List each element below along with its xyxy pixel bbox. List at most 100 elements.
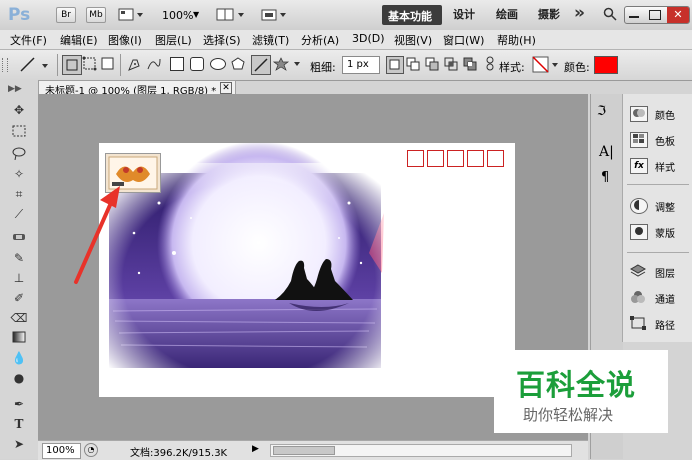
line-tool-preset-icon[interactable]: [18, 55, 50, 75]
panel-paths-label: 路径: [655, 321, 675, 332]
workspace-photography-button[interactable]: 摄影: [538, 6, 560, 22]
menu-3d[interactable]: 3D(D): [352, 32, 385, 45]
dodge-tool-icon[interactable]: ●: [10, 370, 28, 386]
lasso-tool-icon[interactable]: [10, 146, 28, 162]
styles-icon: fx: [630, 158, 648, 174]
move-tool-icon[interactable]: ✥: [10, 102, 28, 118]
options-bar: 粗细: 1 px 样式: 颜色:: [0, 50, 692, 81]
panel-channels-label: 通道: [655, 295, 675, 306]
arrange-documents-icon[interactable]: [216, 8, 246, 22]
options-bar-grip[interactable]: [2, 58, 8, 72]
path-selection-tool-icon[interactable]: ➤: [10, 436, 28, 452]
watermark-title: 百科全说: [516, 368, 637, 402]
quick-selection-tool-icon[interactable]: ✧: [10, 166, 28, 182]
panel-adjustments[interactable]: 调整: [627, 194, 689, 218]
menu-view[interactable]: 视图(V): [394, 32, 432, 48]
view-extras-icon[interactable]: [118, 8, 144, 22]
minimize-icon[interactable]: [629, 16, 639, 18]
status-menu-arrow-icon[interactable]: ▶: [252, 444, 259, 454]
panel-masks[interactable]: 蒙版: [627, 220, 689, 244]
marquee-tool-icon[interactable]: [10, 124, 28, 140]
menu-filter[interactable]: 滤镜(T): [252, 32, 289, 48]
custom-shape-icon[interactable]: [272, 56, 303, 72]
weight-input[interactable]: 1 px: [342, 56, 380, 74]
link-style-icon[interactable]: [484, 56, 496, 72]
masks-icon: [630, 224, 648, 240]
panel-group: 颜色 色板 fx 样式 调整 蒙版 图层 通道 路径: [622, 94, 692, 342]
character-panel-icon[interactable]: A|: [599, 144, 614, 160]
history-panel-icon[interactable]: ℑ: [597, 104, 606, 119]
clone-stamp-tool-icon[interactable]: ⊥: [10, 270, 28, 286]
menu-file[interactable]: 文件(F): [10, 32, 47, 48]
status-settings-icon[interactable]: ◔: [84, 443, 98, 457]
close-icon[interactable]: ✕: [667, 7, 689, 23]
menu-image[interactable]: 图像(I): [108, 32, 142, 48]
paragraph-panel-icon[interactable]: ¶: [601, 170, 609, 185]
new-shape-layer-icon[interactable]: [386, 56, 404, 74]
panel-color[interactable]: 颜色: [627, 102, 689, 126]
weight-input-value: 1 px: [347, 59, 369, 70]
pen-tool-icon[interactable]: ✒: [10, 396, 28, 412]
rounded-rectangle-icon[interactable]: [190, 57, 204, 71]
type-tool-icon[interactable]: T: [10, 416, 28, 432]
fill-pixels-icon[interactable]: [100, 56, 116, 72]
more-workspaces-button[interactable]: »: [574, 3, 585, 23]
rectangle-shape-icon[interactable]: [170, 57, 184, 71]
exclude-shape-icon[interactable]: [462, 56, 478, 72]
workspace-painting-button[interactable]: 绘画: [496, 6, 518, 22]
polygon-shape-icon[interactable]: [230, 56, 246, 72]
paths-icon: [630, 316, 646, 330]
horizontal-scrollbar[interactable]: [270, 444, 572, 457]
weight-label: 粗细:: [310, 61, 336, 74]
line-shape-icon[interactable]: [251, 55, 271, 75]
panel-swatches[interactable]: 色板: [627, 128, 689, 152]
color-icon: [630, 106, 648, 122]
style-picker[interactable]: [532, 56, 560, 73]
pen-tool-icon[interactable]: [126, 56, 142, 72]
maximize-icon[interactable]: [649, 10, 661, 20]
close-tab-icon[interactable]: ✕: [220, 82, 232, 94]
bridge-button[interactable]: Br: [56, 7, 76, 23]
document-tab[interactable]: 未标题-1 @ 100% (图层 1, RGB/8) * ✕: [38, 80, 236, 97]
blur-tool-icon[interactable]: 💧: [10, 350, 28, 366]
panel-paths[interactable]: 路径: [627, 312, 689, 336]
ellipse-shape-icon[interactable]: [210, 58, 226, 70]
screen-mode-icon[interactable]: [260, 8, 290, 22]
freeform-pen-icon[interactable]: [146, 56, 162, 72]
panel-styles[interactable]: fx 样式: [627, 154, 689, 178]
add-to-shape-icon[interactable]: [405, 56, 421, 72]
search-icon[interactable]: [603, 7, 617, 21]
eraser-tool-icon[interactable]: ⌫: [10, 310, 28, 326]
workspace-essentials-button[interactable]: 基本功能: [382, 5, 442, 25]
mini-bridge-button[interactable]: Mb: [86, 7, 106, 23]
annotation-arrow: [74, 186, 120, 284]
menu-help[interactable]: 帮助(H): [497, 32, 536, 48]
menu-layer[interactable]: 图层(L): [155, 32, 192, 48]
panel-channels[interactable]: 通道: [627, 286, 689, 310]
zoom-field[interactable]: 100%: [42, 443, 81, 459]
shape-layers-icon[interactable]: [62, 55, 82, 75]
menu-edit[interactable]: 编辑(E): [60, 32, 98, 48]
document-canvas[interactable]: [99, 143, 515, 397]
intersect-shape-icon[interactable]: [443, 56, 459, 72]
adjustments-icon: [630, 198, 648, 214]
collapse-tools-icon[interactable]: ▶▶: [8, 84, 22, 94]
history-brush-tool-icon[interactable]: ✐: [10, 290, 28, 306]
panel-layers-label: 图层: [655, 269, 675, 280]
zoom-level-select[interactable]: 100%: [162, 9, 193, 22]
spot-healing-tool-icon[interactable]: [10, 230, 28, 246]
scrollbar-thumb[interactable]: [273, 446, 335, 455]
menu-analysis[interactable]: 分析(A): [301, 32, 339, 48]
menu-select[interactable]: 选择(S): [203, 32, 241, 48]
brush-tool-icon[interactable]: ✎: [10, 250, 28, 266]
eyedropper-tool-icon[interactable]: ⟋: [10, 206, 28, 222]
panel-layers[interactable]: 图层: [627, 260, 689, 284]
menu-window[interactable]: 窗口(W): [443, 32, 484, 48]
gradient-tool-icon[interactable]: [10, 330, 28, 346]
workspace-design-button[interactable]: 设计: [453, 6, 475, 22]
chevron-down-icon[interactable]: ▼: [193, 10, 199, 19]
crop-tool-icon[interactable]: ⌗: [10, 186, 28, 202]
color-swatch[interactable]: [594, 56, 618, 74]
subtract-shape-icon[interactable]: [424, 56, 440, 72]
paths-mode-icon[interactable]: [82, 56, 98, 72]
